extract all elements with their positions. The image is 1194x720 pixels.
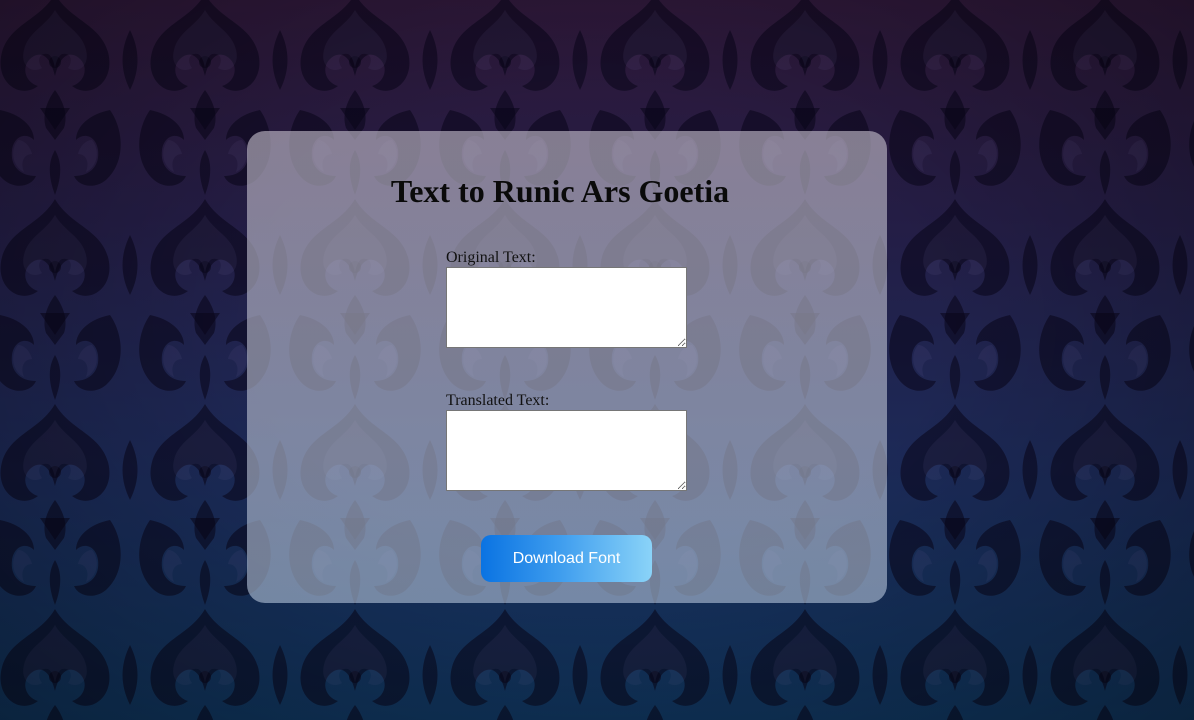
page-title: Text to Runic Ars Goetia [390,173,730,209]
download-font-button[interactable]: Download Font [481,535,652,582]
original-text-input[interactable] [446,267,687,348]
translated-text-label: Translated Text: [446,392,550,409]
original-text-label: Original Text: [446,249,536,266]
translator-panel: Text to Runic Ars Goetia Original Text: … [247,131,887,603]
translated-text-output[interactable] [446,410,687,491]
